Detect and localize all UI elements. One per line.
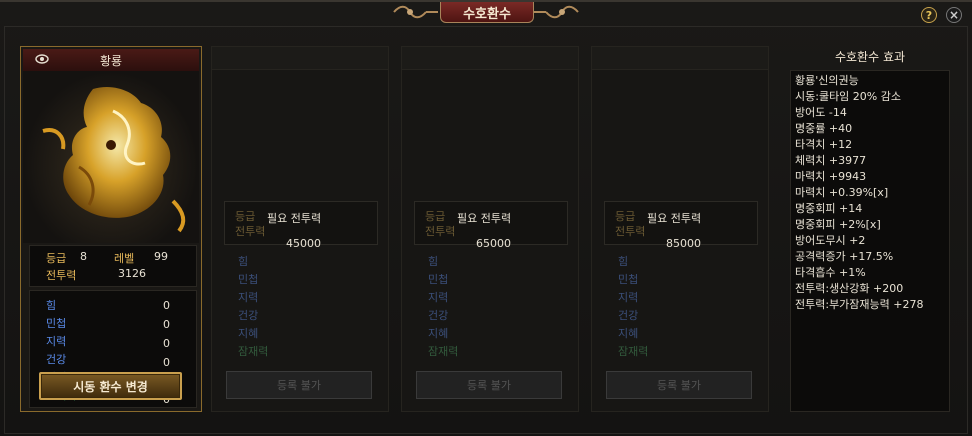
effect-line: 마력치 +0.39%[x] (795, 186, 889, 199)
slot-attr-label: 지혜 (618, 327, 639, 340)
power-label: 전투력 (46, 269, 77, 282)
required-power-label: 필요 전투력 (647, 212, 702, 225)
slot-power-label: 전투력 (235, 225, 266, 238)
register-button-disabled[interactable]: 등록 불가 (416, 371, 562, 399)
close-button[interactable]: × (946, 7, 962, 23)
slot-power-label: 전투력 (615, 225, 646, 238)
slot-attr-label: 지력 (618, 291, 639, 304)
slot-attr-label: 잠재력 (618, 345, 649, 358)
effect-panel-title: 수호환수 효과 (834, 49, 906, 64)
slot-attr-label: 힘 (618, 255, 629, 268)
slot-attribute-list: 힘 민첩 지력 건강 지혜 잠재력 (414, 249, 566, 365)
slot-attr-label: 지혜 (428, 327, 449, 340)
slot-header (402, 47, 578, 70)
attr-value-str: 0 (163, 299, 170, 312)
guardian-slot-locked: 등급 전투력 필요 전투력 65000 힘 민첩 지력 건강 지혜 잠재력 등록… (401, 46, 579, 412)
effect-line: 체력치 +3977 (795, 154, 867, 167)
register-button-disabled[interactable]: 등록 불가 (606, 371, 752, 399)
effect-line: 타격흡수 +1% (795, 266, 866, 279)
slot-attr-label: 힘 (238, 255, 249, 268)
grade-label: 등급 (46, 252, 67, 265)
guardian-card-header: 황룡 (23, 49, 199, 71)
required-power-label: 필요 전투력 (457, 212, 512, 225)
grade-value: 8 (80, 250, 87, 263)
attr-value-con: 0 (163, 356, 170, 369)
scroll-ornament-icon (534, 5, 579, 19)
effect-line: 방어도 -14 (795, 106, 847, 119)
slot-grade-label: 등급 (235, 210, 256, 223)
eye-icon[interactable] (35, 54, 49, 64)
guardian-portrait (23, 71, 199, 243)
slot-attr-label: 민첩 (618, 273, 639, 286)
effect-line: 전투력:부가잠재능력 +278 (795, 298, 924, 311)
slot-attr-label: 민첩 (238, 273, 259, 286)
guardian-card-main: 황룡 등급 8 레벨 99 전투력 3126 힘 0 민첩 0 지력 0 건강 … (20, 46, 202, 412)
effect-line: 마력치 +9943 (795, 170, 867, 183)
effect-line: 황룡'신의권능 (795, 74, 859, 87)
slot-header (592, 47, 768, 70)
effect-line: 명중률 +40 (795, 122, 853, 135)
effect-line: 명중회피 +2%[x] (795, 218, 881, 231)
required-power-label: 필요 전투력 (267, 212, 322, 225)
slot-attr-label: 민첩 (428, 273, 449, 286)
slot-grade-label: 등급 (425, 210, 446, 223)
level-label: 레벨 (114, 252, 135, 265)
slot-attribute-list: 힘 민첩 지력 건강 지혜 잠재력 (224, 249, 376, 365)
power-value: 3126 (118, 267, 146, 280)
level-value: 99 (154, 250, 168, 263)
attr-label-con: 건강 (46, 353, 67, 366)
guardian-slot-locked: 등급 전투력 필요 전투력 45000 힘 민첩 지력 건강 지혜 잠재력 등록… (211, 46, 389, 412)
register-button-disabled[interactable]: 등록 불가 (226, 371, 372, 399)
effect-line: 전투력:생산강화 +200 (795, 282, 904, 295)
attr-label-dex: 민첩 (46, 317, 67, 330)
slot-attr-label: 잠재력 (238, 345, 269, 358)
slot-attr-label: 잠재력 (428, 345, 459, 358)
effect-line: 방어도무시 +2 (795, 234, 866, 247)
help-button[interactable]: ? (921, 7, 937, 23)
attr-value-dex: 0 (163, 318, 170, 331)
change-guardian-button[interactable]: 시동 환수 변경 (39, 372, 182, 400)
slot-attr-label: 건강 (618, 309, 639, 322)
slot-attr-label: 건강 (238, 309, 259, 322)
slot-power-label: 전투력 (425, 225, 456, 238)
window-title: 수호환수 (440, 2, 534, 23)
slot-attr-label: 건강 (428, 309, 449, 322)
slot-attr-label: 힘 (428, 255, 439, 268)
slot-grade-label: 등급 (615, 210, 636, 223)
effect-line: 시동:쿨타임 20% 감소 (795, 90, 901, 103)
effect-line: 명중회피 +14 (795, 202, 863, 215)
slot-attr-label: 지력 (238, 291, 259, 304)
slot-header (212, 47, 388, 70)
guardian-name: 황룡 (99, 53, 123, 68)
attr-value-int: 0 (163, 337, 170, 350)
effect-line: 타격치 +12 (795, 138, 853, 151)
title-bar: 수호환수 (392, 2, 580, 24)
guardian-slot-locked: 등급 전투력 필요 전투력 85000 힘 민첩 지력 건강 지혜 잠재력 등록… (591, 46, 769, 412)
golden-dragon-image (42, 86, 186, 233)
attr-label-str: 힘 (46, 299, 57, 312)
guardian-stats: 등급 8 레벨 99 전투력 3126 (29, 245, 197, 287)
effect-list: 황룡'신의권능 시동:쿨타임 20% 감소 방어도 -14 명중률 +40 타격… (790, 70, 950, 412)
slot-attr-label: 지력 (428, 291, 449, 304)
scroll-ornament-icon (393, 5, 438, 19)
attr-label-int: 지력 (46, 335, 67, 348)
slot-attr-label: 지혜 (238, 327, 259, 340)
guardian-window: 수호환수 ? × 황룡 등급 8 레벨 99 전투력 3126 힘 0 민첩 0… (0, 0, 972, 436)
effect-line: 공격력증가 +17.5% (795, 250, 894, 263)
slot-attribute-list: 힘 민첩 지력 건강 지혜 잠재력 (604, 249, 756, 365)
